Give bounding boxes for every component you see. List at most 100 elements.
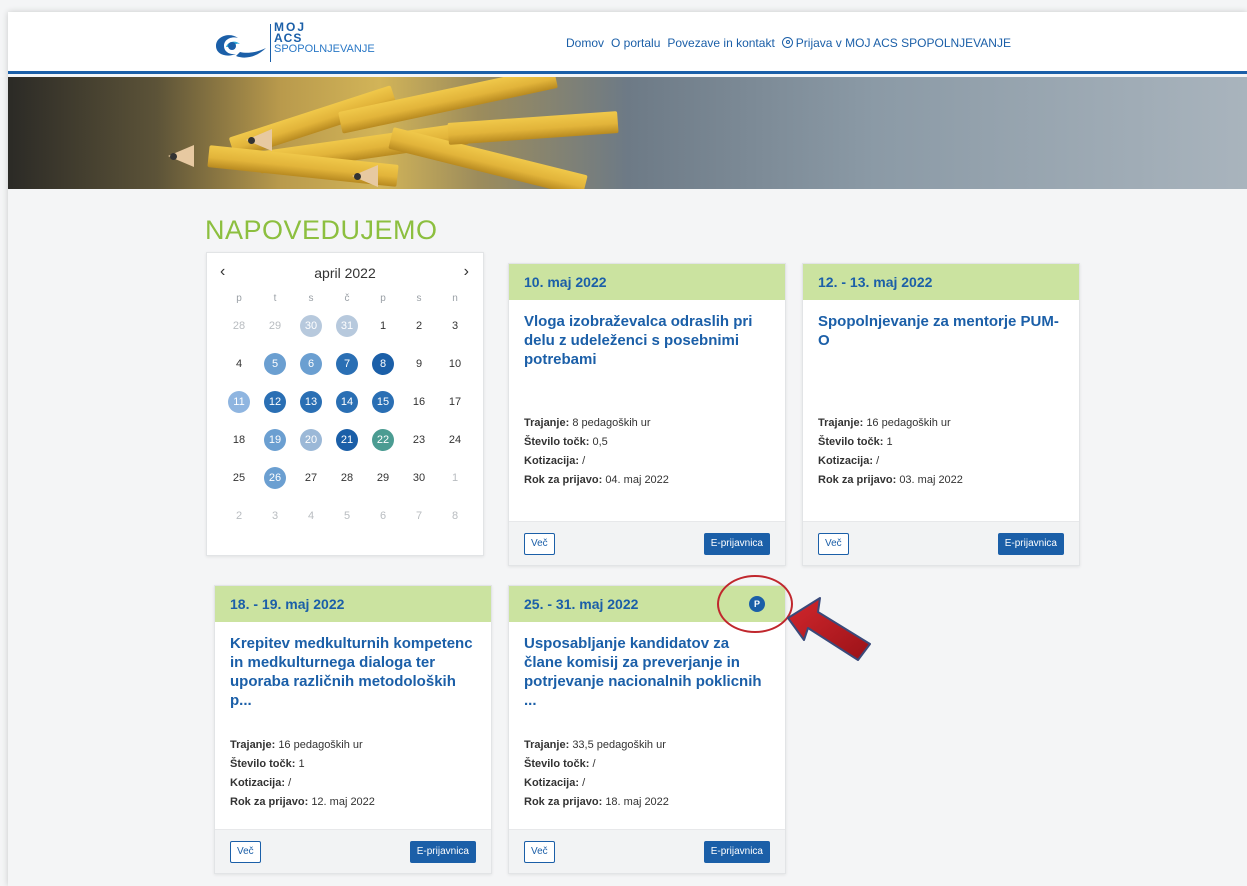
event-duration: Trajanje: 8 pedagoških ur bbox=[524, 414, 669, 433]
fee-value: / bbox=[582, 455, 586, 467]
calendar-day: 5 bbox=[329, 497, 365, 535]
points-value: 0,5 bbox=[592, 436, 608, 448]
event-actions: Več E-prijavnica bbox=[509, 829, 785, 873]
calendar-day-number: 7 bbox=[415, 510, 423, 522]
points-label: Število točk: bbox=[524, 436, 590, 448]
calendar-day: 4 bbox=[221, 345, 257, 383]
hero-banner-pencils bbox=[8, 77, 1247, 189]
nav-link-povezave[interactable]: Povezave in kontakt bbox=[667, 36, 774, 50]
logo-divider bbox=[270, 24, 271, 62]
calendar-weekday: n bbox=[452, 293, 458, 304]
logo-line-3: SPOPOLNJEVANJE bbox=[274, 43, 375, 55]
logo-text: MOJ ACS SPOPOLNJEVANJE bbox=[274, 21, 375, 55]
more-button[interactable]: Več bbox=[818, 533, 849, 555]
calendar-month-title: april 2022 bbox=[314, 265, 376, 281]
duration-value: 33,5 pedagoških ur bbox=[572, 739, 666, 751]
calendar-weekday: č bbox=[344, 293, 350, 304]
calendar-day-number: 21 bbox=[336, 429, 358, 451]
event-deadline: Rok za prijavo: 03. maj 2022 bbox=[818, 471, 963, 490]
calendar-day-with-event[interactable]: 8 bbox=[365, 345, 401, 383]
calendar-day-with-event[interactable]: 31 bbox=[329, 307, 365, 345]
calendar-day-number: 16 bbox=[412, 396, 426, 408]
more-button[interactable]: Več bbox=[524, 841, 555, 863]
e-registration-button[interactable]: E-prijavnica bbox=[997, 533, 1064, 555]
nav-login-label: Prijava v MOJ ACS SPOPOLNJEVANJE bbox=[795, 36, 1011, 50]
pencil-lead-shape bbox=[170, 153, 177, 160]
event-points: Število točk: 1 bbox=[818, 433, 963, 452]
acs-logo[interactable]: MOJ ACS SPOPOLNJEVANJE bbox=[206, 20, 406, 66]
calendar-day-with-event[interactable]: 20 bbox=[293, 421, 329, 459]
calendar-day: 30 bbox=[401, 459, 437, 497]
event-title[interactable]: Spopolnjevanje za mentorje PUM-O bbox=[818, 312, 1064, 350]
calendar-day: 2 bbox=[401, 307, 437, 345]
event-date: 12. - 13. maj 2022 bbox=[803, 264, 1079, 300]
nav-login-link[interactable]: Prijava v MOJ ACS SPOPOLNJEVANJE bbox=[781, 36, 1011, 50]
calendar-day-number: 30 bbox=[300, 315, 322, 337]
duration-label: Trajanje: bbox=[524, 739, 570, 751]
calendar-day-number: 30 bbox=[412, 472, 426, 484]
calendar-day-with-event[interactable]: 26 bbox=[257, 459, 293, 497]
event-body: Spopolnjevanje za mentorje PUM-O bbox=[803, 300, 1079, 350]
calendar-day: 8 bbox=[437, 497, 473, 535]
pencil-lead-shape bbox=[354, 173, 361, 180]
event-duration: Trajanje: 16 pedagoških ur bbox=[818, 414, 963, 433]
event-fee: Kotizacija: / bbox=[818, 452, 963, 471]
calendar-day-with-event[interactable]: 22 bbox=[365, 421, 401, 459]
calendar-day-with-event[interactable]: 6 bbox=[293, 345, 329, 383]
calendar-day-with-event[interactable]: 21 bbox=[329, 421, 365, 459]
e-registration-button[interactable]: E-prijavnica bbox=[703, 841, 770, 863]
calendar-day: 1 bbox=[365, 307, 401, 345]
pencil-shape bbox=[447, 111, 619, 145]
event-duration: Trajanje: 33,5 pedagoških ur bbox=[524, 736, 669, 755]
calendar-day-number: 5 bbox=[343, 510, 351, 522]
e-registration-button[interactable]: E-prijavnica bbox=[409, 841, 476, 863]
calendar-day: 17 bbox=[437, 383, 473, 421]
event-title[interactable]: Vloga izobraževalca odraslih pri delu z … bbox=[524, 312, 770, 369]
e-registration-button[interactable]: E-prijavnica bbox=[703, 533, 770, 555]
event-points: Število točk: 1 bbox=[230, 755, 375, 774]
calendar-day-with-event[interactable]: 12 bbox=[257, 383, 293, 421]
event-fee: Kotizacija: / bbox=[524, 452, 669, 471]
more-button[interactable]: Več bbox=[230, 841, 261, 863]
calendar-weekday: p bbox=[236, 293, 242, 304]
event-deadline: Rok za prijavo: 12. maj 2022 bbox=[230, 793, 375, 812]
calendar-day-with-event[interactable]: 13 bbox=[293, 383, 329, 421]
fee-value: / bbox=[582, 777, 586, 789]
calendar-day-number: 26 bbox=[264, 467, 286, 489]
calendar-day-with-event[interactable]: 5 bbox=[257, 345, 293, 383]
duration-label: Trajanje: bbox=[818, 417, 864, 429]
more-button[interactable]: Več bbox=[524, 533, 555, 555]
calendar-day-number: 23 bbox=[412, 434, 426, 446]
nav-link-o-portalu[interactable]: O portalu bbox=[611, 36, 660, 50]
event-actions: Več E-prijavnica bbox=[509, 521, 785, 565]
deadline-label: Rok za prijavo: bbox=[524, 474, 603, 486]
calendar-day-with-event[interactable]: 30 bbox=[293, 307, 329, 345]
calendar-next-icon[interactable]: › bbox=[464, 263, 469, 281]
calendar-day-number: 3 bbox=[271, 510, 279, 522]
calendar-day-with-event[interactable]: 14 bbox=[329, 383, 365, 421]
calendar-day-number: 28 bbox=[232, 320, 246, 332]
calendar-day-number: 29 bbox=[268, 320, 282, 332]
calendar-day-number: 9 bbox=[415, 358, 423, 370]
calendar-day-number: 25 bbox=[232, 472, 246, 484]
calendar-day: 6 bbox=[365, 497, 401, 535]
fee-label: Kotizacija: bbox=[818, 455, 874, 467]
calendar-day-with-event[interactable]: 11 bbox=[221, 383, 257, 421]
main-nav: Domov O portalu Povezave in kontakt Prij… bbox=[566, 36, 1011, 50]
event-title[interactable]: Usposabljanje kandidatov za člane komisi… bbox=[524, 634, 770, 710]
calendar-day-number: 4 bbox=[235, 358, 243, 370]
calendar-day-number: 14 bbox=[336, 391, 358, 413]
calendar-day-number: 1 bbox=[451, 472, 459, 484]
calendar-day-number: 29 bbox=[376, 472, 390, 484]
event-card: 10. maj 2022 Vloga izobraževalca odrasli… bbox=[508, 263, 786, 566]
calendar-day-with-event[interactable]: 15 bbox=[365, 383, 401, 421]
calendar-day-number: 31 bbox=[336, 315, 358, 337]
calendar-day-with-event[interactable]: 7 bbox=[329, 345, 365, 383]
calendar-day-number: 13 bbox=[300, 391, 322, 413]
calendar-grid: p t s č p s n 28 29 30 31 1 2 3 4 5 6 7 8 9 10 11 12 13 14 15 16 17… bbox=[221, 291, 473, 535]
event-actions: Več E-prijavnica bbox=[803, 521, 1079, 565]
event-title[interactable]: Krepitev medkulturnih kompetenc in medku… bbox=[230, 634, 476, 710]
nav-link-domov[interactable]: Domov bbox=[566, 36, 604, 50]
calendar-day-number: 15 bbox=[372, 391, 394, 413]
calendar-day-with-event[interactable]: 19 bbox=[257, 421, 293, 459]
